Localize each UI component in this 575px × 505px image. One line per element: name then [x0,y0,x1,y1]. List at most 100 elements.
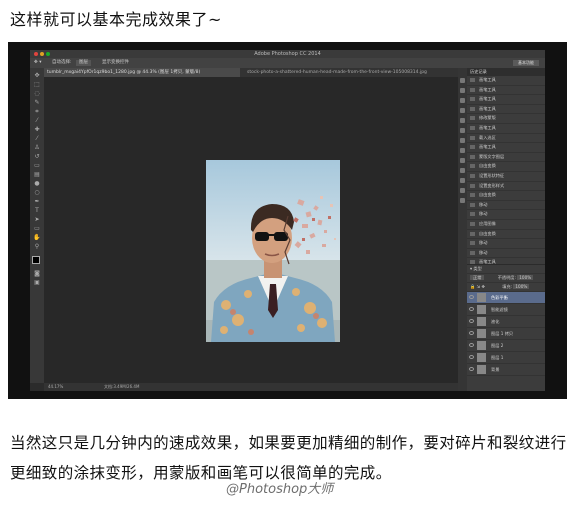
eyedropper-tool-icon[interactable]: ⁄ [33,117,41,124]
tools-panel: ✥ ⬚ ◌ ✎ ⌗ ⁄ ✚ ⁄ ♙ ↺ ▭ ▤ ● ○ ✒ T ➤ ▭ ✋ ⚲ … [30,68,44,383]
history-item[interactable]: 移动 [467,239,545,249]
swatches-panel-icon[interactable] [460,148,465,153]
history-item[interactable]: 设置形状特征 [467,172,545,182]
properties-panel-icon[interactable] [460,98,465,103]
history-item[interactable]: 画笔工具 [467,86,545,96]
history-panel-title[interactable]: 历史记录 [467,68,545,76]
layer-thumbnail [477,293,486,302]
history-item[interactable]: 应用图像 [467,220,545,230]
lasso-tool-icon[interactable]: ◌ [33,90,41,97]
info-panel-icon[interactable] [460,178,465,183]
show-transform-controls[interactable]: 显示变换控件 [102,58,129,68]
styles-panel-icon[interactable] [460,158,465,163]
type-tool-icon[interactable]: T [33,207,41,214]
history-item[interactable]: 自由变换 [467,230,545,240]
visibility-eye-icon[interactable] [469,307,474,311]
visibility-eye-icon[interactable] [469,355,474,359]
visibility-eye-icon[interactable] [469,295,474,299]
layer-thumbnail [477,329,486,338]
navigator-panel-icon[interactable] [460,168,465,173]
actions-panel-icon[interactable] [460,88,465,93]
history-item[interactable]: 载入选区 [467,134,545,144]
visibility-eye-icon[interactable] [469,343,474,347]
fill-label: 填充: [502,284,513,289]
foreground-color-swatch[interactable] [32,256,40,264]
blend-mode-dropdown[interactable]: 正常 [470,275,485,280]
history-item[interactable]: 移动 [467,201,545,211]
history-panel: 历史记录 画笔工具 画笔工具 画笔工具 画笔工具 修改蒙版 画笔工具 载入选区 画笔工具 蒙版文… [467,68,545,288]
character-panel-icon[interactable] [460,118,465,123]
layer-row[interactable]: 色彩平衡 [467,292,545,304]
layer-row[interactable]: 智能滤镜 [467,304,545,316]
photoshop-screenshot: Adobe Photoshop CC 2014 ✥ ▾ 自动选择: 图层 显示变… [8,42,567,399]
quick-select-tool-icon[interactable]: ✎ [33,99,41,106]
history-item[interactable]: 移动 [467,249,545,259]
brush-panel-icon[interactable] [460,138,465,143]
document-size: 文档:3.49M/26.4M [104,384,140,389]
status-bar: 44.17% 文档:3.49M/26.4M [44,383,458,391]
history-item[interactable]: 画笔工具 [467,76,545,86]
layer-name: 液化 [491,319,500,324]
pen-tool-icon[interactable]: ✒ [33,198,41,205]
blur-tool-icon[interactable]: ● [33,180,41,187]
history-item[interactable]: 修改蒙版 [467,114,545,124]
layer-filter-kind[interactable]: ▾ 类型 [470,266,482,271]
clone-stamp-tool-icon[interactable]: ♙ [33,144,41,151]
history-item[interactable]: 画笔工具 [467,105,545,115]
tab-document-2[interactable]: stock-photo-a-shattered-human-head-made-… [244,68,455,77]
shape-tool-icon[interactable]: ▭ [33,225,41,232]
minimize-window-icon[interactable] [40,52,44,56]
history-item[interactable]: 画笔工具 [467,95,545,105]
maximize-window-icon[interactable] [46,52,50,56]
move-tool-icon[interactable]: ✥ ▾ [34,58,41,68]
auto-select-dropdown[interactable]: 图层 [76,60,91,66]
history-item[interactable]: 蒙版文字图层 [467,153,545,163]
visibility-eye-icon[interactable] [469,331,474,335]
visibility-eye-icon[interactable] [469,319,474,323]
workspace-dropdown[interactable]: 基本功能 [513,60,539,66]
path-select-tool-icon[interactable]: ➤ [33,216,41,223]
opacity-input[interactable]: 100% [517,275,534,280]
hand-tool-icon[interactable]: ✋ [33,234,41,241]
history-item[interactable]: 设置变形样式 [467,182,545,192]
move-tool-icon[interactable]: ✥ [33,72,41,79]
document-image[interactable] [206,160,340,342]
layer-row[interactable]: 图层 1 拷贝 [467,328,545,340]
history-brush-tool-icon[interactable]: ↺ [33,153,41,160]
zoom-level[interactable]: 44.17% [48,383,63,391]
eraser-tool-icon[interactable]: ▭ [33,162,41,169]
healing-brush-tool-icon[interactable]: ✚ [33,126,41,133]
tab-document-1[interactable]: tumblr_mxgai4YpfOr1qz9bo1_1280.jpg @ 44.… [44,68,240,77]
paragraph-panel-icon[interactable] [460,128,465,133]
layer-thumbnail [477,317,486,326]
quick-mask-icon[interactable]: ◙ [33,270,41,277]
visibility-eye-icon[interactable] [469,367,474,371]
screen-mode-icon[interactable]: ▣ [33,279,41,286]
layer-row[interactable]: 背景 [467,364,545,376]
layers-panel: ▾ 类型 正常 不透明度: 100% 🔒 ⇲ ✥ 填充: 100% 色彩平衡 智能… [467,265,545,391]
marquee-tool-icon[interactable]: ⬚ [33,81,41,88]
fill-input[interactable]: 100% [513,284,530,289]
history-item[interactable]: 画笔工具 [467,124,545,134]
gradient-tool-icon[interactable]: ▤ [33,171,41,178]
paths-panel-icon[interactable] [460,188,465,193]
auto-select-label[interactable]: 自动选择: [52,58,72,68]
layer-row[interactable]: 液化 [467,316,545,328]
history-item[interactable]: 画笔工具 [467,143,545,153]
history-item[interactable]: 自由变换 [467,162,545,172]
channels-panel-icon[interactable] [460,198,465,203]
adjustments-panel-icon[interactable] [460,108,465,113]
history-item[interactable]: 移动 [467,210,545,220]
canvas-area[interactable] [44,77,458,383]
close-window-icon[interactable] [34,52,38,56]
layer-row[interactable]: 图层 1 [467,352,545,364]
zoom-tool-icon[interactable]: ⚲ [33,243,41,250]
history-panel-icon[interactable] [460,78,465,83]
crop-tool-icon[interactable]: ⌗ [33,108,41,115]
lock-icon[interactable]: 🔒 ⇲ ✥ [470,284,485,289]
brush-tool-icon[interactable]: ⁄ [33,135,41,142]
layer-row[interactable]: 图层 2 [467,340,545,352]
layer-thumbnail [477,365,486,374]
dodge-tool-icon[interactable]: ○ [33,189,41,196]
history-item[interactable]: 自由变换 [467,191,545,201]
